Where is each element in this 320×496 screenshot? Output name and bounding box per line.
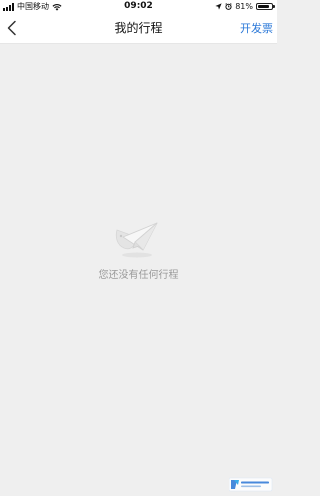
battery-level (258, 5, 269, 8)
watermark-logo (229, 477, 273, 492)
battery-icon (256, 3, 275, 10)
empty-message: 您还没有任何行程 (98, 270, 179, 281)
battery-percent: 81% (235, 2, 253, 11)
status-bar: 中国移动 09:02 81% (0, 0, 277, 13)
empty-state: 您还没有任何行程 (0, 44, 277, 496)
status-right: 81% (215, 1, 275, 12)
location-icon (215, 3, 222, 10)
issue-invoice-button[interactable]: 开发票 (240, 13, 273, 44)
chevron-left-icon (7, 20, 16, 36)
paper-plane-icon (109, 217, 165, 259)
alarm-icon (225, 3, 232, 10)
navigation-bar: 我的行程 开发票 (0, 13, 277, 44)
page-title: 我的行程 (114, 21, 163, 35)
back-button[interactable] (5, 20, 19, 36)
app-screen: 中国移动 09:02 81% 我的行程 开发票 您还没有任何行程 (0, 0, 277, 496)
